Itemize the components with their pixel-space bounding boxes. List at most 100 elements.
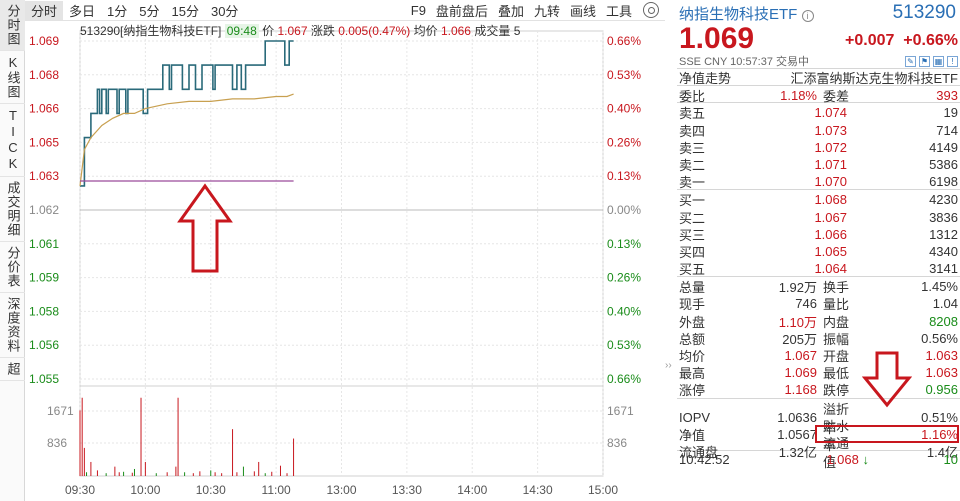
info-icon[interactable]: i — [801, 10, 814, 22]
x-tick: 10:30 — [196, 483, 226, 497]
stats-v2: 1.04 — [932, 296, 958, 312]
y-price-tick: 1.056 — [29, 338, 59, 352]
cursor-avg: 1.066 — [440, 24, 471, 38]
vtab-5[interactable]: 深度资料 — [0, 293, 25, 358]
sell-row[interactable]: 卖三 1.072 4149 — [677, 138, 960, 156]
sell-row[interactable]: 卖二 1.071 5386 — [677, 155, 960, 173]
stats-l1: 总额 — [679, 331, 706, 347]
sell-label: 卖二 — [679, 157, 706, 173]
toolbar-action-0[interactable]: F9 — [406, 3, 431, 18]
buy-label: 买五 — [679, 262, 706, 278]
y-price-tick: 1.061 — [29, 237, 59, 251]
stats-v1: 746 — [795, 296, 817, 312]
y-pct-tick: 0.40% — [607, 304, 641, 318]
x-tick: 15:00 — [588, 483, 618, 497]
vol-tick-right: 1671 — [607, 404, 634, 418]
x-tick: 13:30 — [392, 483, 422, 497]
buy-row[interactable]: 买三 1.066 1312 — [677, 225, 960, 243]
tick-price: 1.068 ↓ — [826, 451, 869, 467]
buy-orders: 买一 1.068 4230 买二 1.067 3836 买三 1.066 1312 买四 1.065… — [677, 189, 960, 278]
stats-row: 现手 746 量比 1.04 — [677, 294, 960, 313]
nav-trend-link[interactable]: 净值走势 — [679, 68, 731, 87]
x-tick: 14:00 — [457, 483, 487, 497]
price-change: +0.007 +0.66% — [845, 32, 958, 49]
toolbar-action-3[interactable]: 九转 — [529, 1, 565, 20]
weicha-label: 委差 — [823, 89, 850, 105]
stats-l2: 换手 — [823, 280, 850, 296]
stats-v2: 8208 — [929, 313, 958, 329]
y-price-tick: 1.068 — [29, 68, 59, 82]
buy-row[interactable]: 买一 1.068 4230 — [677, 190, 960, 209]
stats-row: 外盘 1.10万 内盘 8208 — [677, 312, 960, 330]
buy-price: 1.067 — [814, 209, 847, 225]
sell-vol: 19 — [943, 105, 958, 121]
sell-price: 1.071 — [814, 156, 847, 172]
y-price-tick: 1.055 — [29, 372, 59, 386]
sell-label: 卖一 — [679, 175, 706, 191]
period-tab-1[interactable]: 多日 — [63, 1, 101, 20]
y-pct-tick: 0.00% — [607, 203, 641, 217]
buy-label: 买三 — [679, 227, 706, 243]
down-arrow-shape — [862, 351, 912, 408]
y-price-tick: 1.069 — [29, 34, 59, 48]
iopv-v1: 1.0636 — [777, 410, 817, 426]
toolbar-action-1[interactable]: 盘前盘后 — [431, 1, 493, 20]
stats-v1: 205万 — [782, 331, 817, 347]
stats-row: 均价 1.067 开盘 1.063 — [677, 346, 960, 364]
sell-vol: 6198 — [929, 174, 958, 190]
vertical-tab-bar: 分时图 K线图 TICK 成交明细 分价表 深度资料超 — [0, 0, 25, 501]
vtab-3[interactable]: 成交明细 — [0, 177, 25, 242]
period-tab-4[interactable]: 15分 — [166, 1, 205, 20]
flag-icon[interactable]: ⚑ — [919, 55, 930, 67]
sell-row[interactable]: 卖五 1.074 19 — [677, 103, 960, 121]
stats-row: 涨停 1.168 跌停 0.956 — [677, 380, 960, 398]
iopv-l1: 净值 — [679, 428, 706, 444]
sell-row[interactable]: 卖四 1.073 714 — [677, 121, 960, 139]
tick-time: 10:42:52 — [679, 451, 730, 467]
y-pct-tick: 0.26% — [607, 271, 641, 285]
period-tab-5[interactable]: 30分 — [205, 1, 244, 20]
intraday-chart[interactable]: 1.069 0.66% 1.068 0.53% 1.066 0.40% 1.065 0.26%… — [25, 21, 665, 501]
y-price-tick: 1.062 — [29, 203, 59, 217]
gear-icon[interactable] — [643, 2, 659, 18]
buy-label: 买一 — [679, 193, 706, 209]
vtab-0[interactable]: 分时图 — [0, 0, 25, 51]
draw-icon[interactable]: ✎ — [905, 55, 916, 67]
down-arrow-annotation — [862, 351, 912, 408]
series-line-1 — [79, 93, 294, 186]
sell-row[interactable]: 卖一 1.070 6198 — [677, 172, 960, 191]
toolbar-action-5[interactable]: 工具 — [601, 1, 637, 20]
buy-vol: 3141 — [929, 261, 958, 277]
stats-l1: 均价 — [679, 349, 706, 364]
buy-row[interactable]: 买二 1.067 3836 — [677, 208, 960, 226]
cursor-price: 1.067 — [277, 24, 308, 38]
sell-label: 卖三 — [679, 140, 706, 156]
fund-full-name: 汇添富纳斯达克生物科技ETF — [790, 70, 958, 86]
stats-l2: 量比 — [823, 297, 850, 313]
period-tab-2[interactable]: 1分 — [101, 1, 133, 20]
vtab-4[interactable]: 分价表 — [0, 242, 25, 293]
sell-price: 1.073 — [814, 122, 847, 138]
collapse-panel-icon[interactable]: ›› — [665, 360, 675, 371]
grid-icon[interactable]: ▦ — [933, 55, 944, 67]
fund-name-title[interactable]: 纳指生物科技ETF i — [679, 3, 814, 24]
alert-icon[interactable]: ! — [947, 55, 958, 67]
trade-stats: 总量 1.92万 换手 1.45% 现手 746 量比 1.04 外盘 1.10万 内盘 8208 总额… — [677, 276, 960, 398]
buy-row[interactable]: 买五 1.064 3141 — [677, 259, 960, 278]
stats-l1: 外盘 — [679, 314, 706, 330]
sell-label: 卖四 — [679, 123, 706, 139]
cursor-volume: 5 — [513, 24, 521, 38]
period-tab-0[interactable]: 分时 — [25, 0, 64, 20]
vtab-2[interactable]: TICK — [0, 104, 25, 177]
vtab-1[interactable]: K线图 — [0, 51, 25, 104]
period-tab-3[interactable]: 5分 — [133, 1, 165, 20]
stats-row: 总量 1.92万 换手 1.45% — [677, 277, 960, 296]
buy-row[interactable]: 买四 1.065 4340 — [677, 242, 960, 260]
buy-vol: 3836 — [929, 209, 958, 225]
buy-price: 1.068 — [814, 192, 847, 208]
toolbar-action-2[interactable]: 叠加 — [493, 1, 529, 20]
sell-orders: 卖五 1.074 19 卖四 1.073 714 卖三 1.072 4149 卖二 1.071 538… — [677, 102, 960, 191]
vtab-6[interactable]: 超 — [0, 358, 25, 381]
stats-l2: 振幅 — [823, 331, 850, 347]
toolbar-action-4[interactable]: 画线 — [565, 1, 601, 20]
